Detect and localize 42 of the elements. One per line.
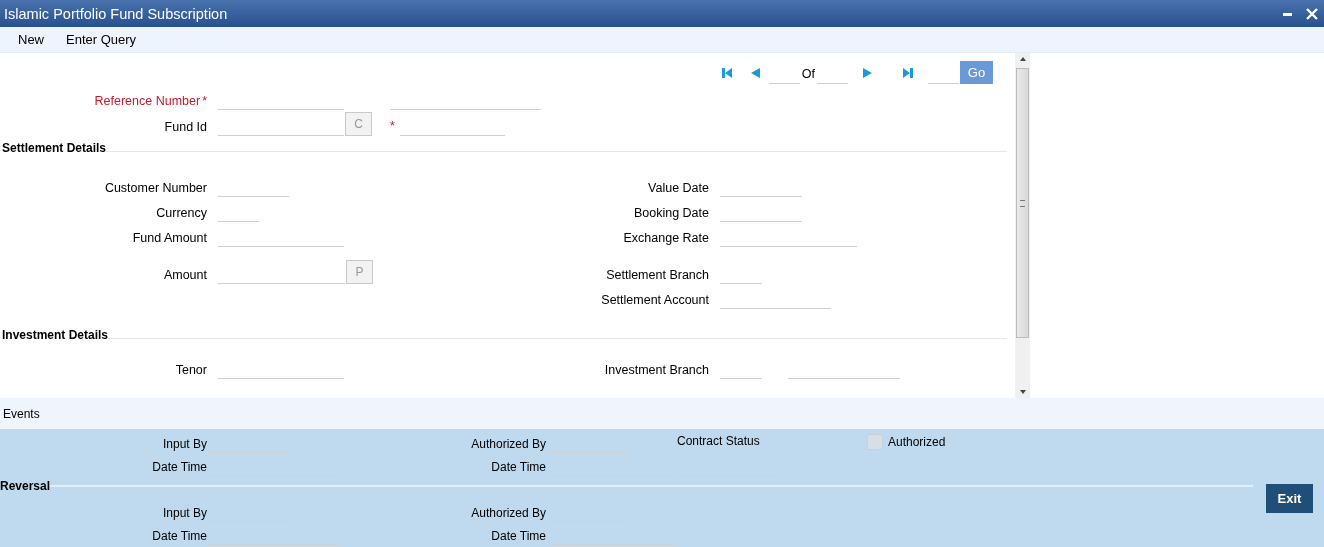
field-label: Tenor [175,363,207,377]
field-label: Settlement Account [601,293,709,307]
first-page-icon[interactable] [720,67,733,79]
exit-button[interactable]: Exit [1266,484,1313,513]
vertical-scrollbar[interactable] [1015,53,1030,398]
field-label: Amount [163,268,207,282]
field-label: Date Time [490,529,546,545]
field-label: Booking Date [633,206,709,220]
required-mark: * [390,119,395,133]
field-label: Settlement Branch [606,268,709,282]
events-label: Events [3,406,40,421]
field-label: Date Time [151,460,207,476]
section-title: Reversal [0,479,51,493]
field-label: Investment Branch [604,363,709,377]
of-label: Of [800,67,816,83]
scroll-up-icon[interactable] [1018,56,1027,62]
required-mark: * [202,94,207,108]
field-label: Currency [156,206,207,220]
field-label: Fund Id [164,120,207,134]
field-label: Input By [161,506,207,522]
checkbox[interactable] [867,433,883,450]
toolbar-button[interactable]: New [8,30,54,49]
last-page-icon[interactable] [902,67,914,79]
toolbar-button[interactable]: Enter Query [56,30,147,49]
field-label: Customer Number [104,181,207,195]
field-label: Authorized By [470,506,546,522]
section-title: Investment Details [2,328,109,342]
field-label: Date Time [490,460,546,476]
scroll-down-icon[interactable] [1018,389,1027,395]
window-title: Islamic Portfolio Fund Subscription [4,5,228,22]
checkbox-label: Authorized [888,434,946,449]
field-label: Fund Amount [132,231,207,245]
next-icon[interactable] [862,67,874,79]
field-label: Date Time [151,529,207,545]
close-icon[interactable] [1306,7,1318,20]
field-label: Contract Status [677,433,761,448]
field-label: Reference Number [94,94,201,108]
section-title: Settlement Details [2,141,107,155]
field-label: Input By [161,437,207,453]
field-label: Value Date [648,181,709,195]
field-label: Authorized By [470,437,546,453]
field-label: Exchange Rate [623,231,709,245]
